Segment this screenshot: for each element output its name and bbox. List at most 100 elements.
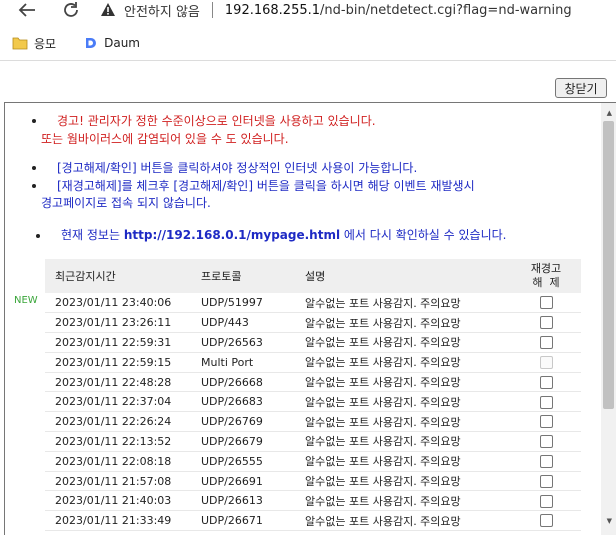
time-cell: 2023/01/11 23:26:11 [45, 312, 191, 334]
bullet-icon [32, 166, 36, 170]
protocol-cell: UDP/26691 [191, 471, 295, 492]
warning-line-1: 경고! 관리자가 정한 수준이상으로 인터넷을 사용하고 있습니다. [57, 114, 376, 128]
rewarn-checkbox[interactable] [539, 395, 553, 409]
rewarn-checkbox[interactable] [539, 296, 553, 310]
protocol-cell: UDP/26769 [191, 411, 295, 433]
rewarn-cell [511, 431, 581, 452]
rewarn-checkbox[interactable] [539, 375, 553, 389]
protocol-cell: UDP/26555 [191, 451, 295, 472]
rewarn-checkbox[interactable] [539, 455, 553, 469]
address-separator [211, 2, 213, 18]
rewarn-cell [511, 352, 581, 373]
scroll-down-arrow-icon[interactable]: ▼ [607, 517, 612, 525]
rewarn-cell [511, 510, 581, 532]
rewarn-cell [511, 471, 581, 492]
description-cell: 알수없는 포트 사용감지. 주의요망 [295, 471, 511, 492]
instruction-line-2: [재경고해제]를 체크후 [경고해제/확인] 버튼을 클릭을 하시면 해당 이벤… [57, 179, 475, 193]
table-row: 2023/01/11 21:40:03 UDP/26613 알수없는 포트 사용감지… [45, 490, 581, 512]
bookmark-folder[interactable]: 응모 [12, 35, 56, 52]
col-desc-header: 설명 [295, 259, 511, 293]
rewarn-cell [511, 312, 581, 334]
protocol-cell: UDP/26679 [191, 431, 295, 452]
daum-logo-icon [83, 36, 98, 50]
table-row: 2023/01/11 22:26:24 UDP/26769 알수없는 포트 사용감지… [45, 411, 581, 433]
rewarn-checkbox[interactable] [539, 514, 553, 528]
rewarn-header-line2: 해 제 [532, 276, 560, 289]
protocol-cell: UDP/26563 [191, 332, 295, 353]
rewarn-header-line1: 재경고 [530, 262, 562, 275]
rewarn-cell [511, 490, 581, 512]
description-cell: 알수없는 포트 사용감지. 주의요망 [295, 391, 511, 413]
time-cell: 2023/01/11 22:37:04 [45, 391, 191, 413]
rewarn-checkbox[interactable] [539, 435, 553, 449]
scroll-up-arrow-icon[interactable]: ▲ [607, 109, 612, 117]
bookmark-label: Daum [104, 36, 140, 50]
reload-button[interactable] [58, 0, 84, 20]
table-row: 2023/01/11 23:40:06 UDP/51997 알수없는 포트 사용감지… [45, 293, 581, 314]
table-row: 2023/01/11 22:37:04 UDP/26683 알수없는 포트 사용감지… [45, 391, 581, 413]
description-cell: 알수없는 포트 사용감지. 주의요망 [295, 490, 511, 512]
protocol-cell: UDP/26668 [191, 372, 295, 393]
close-window-button[interactable]: 창닫기 [555, 78, 607, 98]
address-bar[interactable]: 안전하지 않음 192.168.255.1/nd-bin/netdetect.c… [100, 0, 572, 20]
table-header-row: 최근감지시간 프로토콜 설명 재경고 해 제 [45, 259, 581, 293]
warning-frame: ▲ ▼ 경고! 관리자가 정한 수준이상으로 인터넷을 사용하고 있습니다. 또… [4, 102, 616, 535]
time-cell: 2023/01/11 22:13:52 [45, 431, 191, 452]
detection-table: 최근감지시간 프로토콜 설명 재경고 해 제 2023/01/11 23:40:… [45, 259, 581, 532]
time-cell: 2023/01/11 21:40:03 [45, 490, 191, 512]
info-line: 현재 정보는 http://192.168.0.1/mypage.html 에서… [61, 226, 507, 244]
rewarn-checkbox[interactable] [539, 336, 553, 350]
description-cell: 알수없는 포트 사용감지. 주의요망 [295, 451, 511, 472]
time-cell: 2023/01/11 22:26:24 [45, 411, 191, 433]
time-cell: 2023/01/11 22:59:31 [45, 332, 191, 353]
warning-triangle-icon [101, 3, 115, 16]
rewarn-checkbox[interactable] [539, 415, 553, 429]
rewarn-checkbox[interactable] [539, 494, 553, 508]
bookmark-label: 응모 [34, 36, 57, 51]
bullet-icon [36, 234, 40, 238]
url-path: /nd-bin/netdetect.cgi?flag=nd-warning [320, 2, 572, 18]
table-row: 2023/01/11 22:59:31 UDP/26563 알수없는 포트 사용감지… [45, 332, 581, 353]
description-cell: 알수없는 포트 사용감지. 주의요망 [295, 332, 511, 353]
time-cell: 2023/01/11 22:59:15 [45, 352, 191, 373]
mypage-link[interactable]: http://192.168.0.1/mypage.html [124, 228, 340, 242]
time-cell: 2023/01/11 22:48:28 [45, 372, 191, 393]
rewarn-checkbox [539, 356, 553, 370]
toolbar-divider [0, 60, 616, 61]
time-cell: 2023/01/11 21:57:08 [45, 471, 191, 492]
instruction-line-1: [경고해제/확인] 버튼을 클릭하셔야 정상적인 인터넷 사용이 가능합니다. [57, 161, 418, 175]
protocol-cell: UDP/26613 [191, 490, 295, 512]
protocol-cell: UDP/51997 [191, 293, 295, 314]
back-arrow-icon [18, 3, 35, 17]
description-cell: 알수없는 포트 사용감지. 주의요망 [295, 510, 511, 532]
rewarn-cell [511, 411, 581, 433]
scroll-thumb[interactable] [603, 121, 614, 409]
info-prefix: 현재 정보는 [61, 228, 124, 242]
warning-line-2: 또는 웜바이러스에 감염되어 있을 수 도 있습니다. [41, 132, 289, 146]
info-suffix: 에서 다시 확인하실 수 있습니다. [340, 228, 507, 242]
table-row: 2023/01/11 22:59:15 Multi Port 알수없는 포트 사용감… [45, 352, 581, 373]
vertical-scrollbar[interactable]: ▲ ▼ [601, 103, 616, 535]
description-cell: 알수없는 포트 사용감지. 주의요망 [295, 411, 511, 433]
rewarn-checkbox[interactable] [539, 474, 553, 488]
col-rewarn-header: 재경고 해 제 [511, 259, 581, 293]
description-cell: 알수없는 포트 사용감지. 주의요망 [295, 352, 511, 373]
rewarn-cell [511, 293, 581, 314]
table-row: 2023/01/11 22:48:28 UDP/26668 알수없는 포트 사용감지… [45, 372, 581, 393]
description-cell: 알수없는 포트 사용감지. 주의요망 [295, 431, 511, 452]
protocol-cell: UDP/443 [191, 312, 295, 334]
url-host: 192.168.255.1 [224, 2, 321, 18]
folder-icon [12, 37, 28, 50]
reload-icon [64, 2, 78, 17]
protocol-cell: UDP/26683 [191, 391, 295, 413]
table-row: 2023/01/11 21:33:49 UDP/26671 알수없는 포트 사용감지… [45, 510, 581, 532]
back-button[interactable] [14, 0, 40, 20]
rewarn-checkbox[interactable] [539, 316, 553, 330]
browser-toolbar: 안전하지 않음 192.168.255.1/nd-bin/netdetect.c… [0, 0, 616, 28]
bookmark-daum[interactable]: Daum [82, 35, 140, 51]
description-cell: 알수없는 포트 사용감지. 주의요망 [295, 372, 511, 393]
table-row: 2023/01/11 22:13:52 UDP/26679 알수없는 포트 사용감지… [45, 431, 581, 452]
bookmarks-bar: 응모 Daum [0, 28, 616, 58]
instruction-line-3: 경고페이지로 접속 되지 않습니다. [41, 196, 211, 210]
col-protocol-header: 프로토콜 [191, 259, 295, 293]
